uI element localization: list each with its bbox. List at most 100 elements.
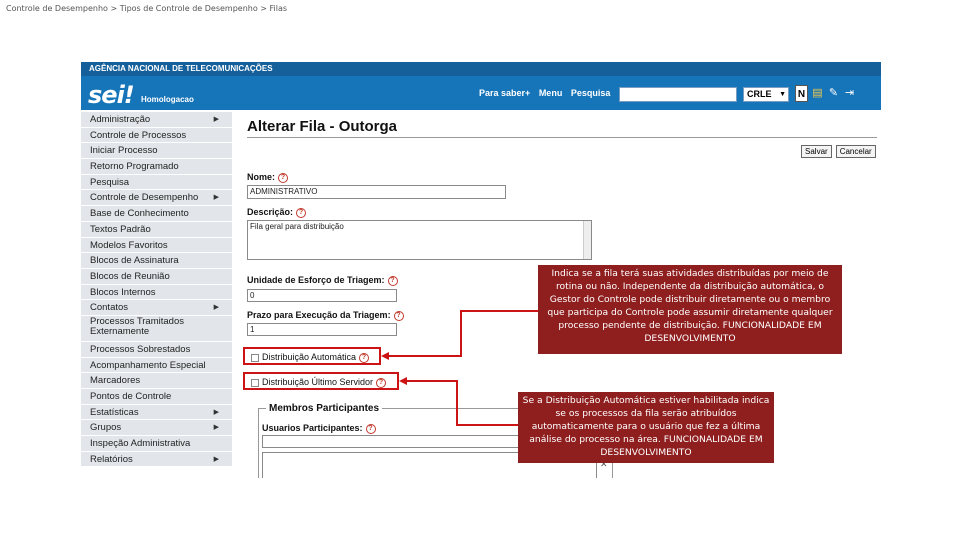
link-menu[interactable]: Menu [539,88,563,98]
link-pesquisa[interactable]: Pesquisa [571,88,611,98]
chevron-right-icon: ▶ [213,408,219,416]
participants-label-text: Usuarios Participantes: [262,423,363,433]
sidebar-item-label: Pesquisa [90,176,130,188]
chevron-right-icon: ▶ [213,194,219,202]
sidebar-item[interactable]: Controle de Desempenho ▶ [81,190,232,207]
help-icon[interactable]: ? [393,310,404,321]
sidebar-item-label: Iniciar Processo [90,145,158,157]
link-para-saber[interactable]: Para saber+ [479,88,530,98]
sidebar-item[interactable]: Textos Padrão [81,221,232,238]
name-input[interactable]: ADMINISTRATIVO [247,185,506,199]
deadline-label: Prazo para Execução da Triagem:? [247,310,404,321]
chevron-right-icon: ▶ [213,116,219,123]
sidebar-item-label: Retorno Programado [90,161,179,173]
sidebar-item[interactable]: Pesquisa [81,174,232,191]
unit-select[interactable]: CRLE ▼ [743,87,789,102]
description-value: Fila geral para distribuição [250,222,344,231]
news-icon[interactable]: N [795,85,808,102]
effort-label: Unidade de Esforço de Triagem:? [247,275,398,286]
sidebar-item-label: Pontos de Controle [90,391,172,402]
sidebar-item-label: Base de Conhecimento [90,208,189,220]
unit-select-value: CRLE [747,89,772,99]
top-navigation-bar: sei! Homologacao Para saber+ Menu Pesqui… [81,76,881,110]
last-server-highlight [243,372,399,390]
breadcrumb: Controle de Desempenho > Tipos de Contro… [6,4,288,13]
name-label: Nome:? [247,172,289,183]
sidebar-item-label: Blocos Internos [90,286,156,298]
sidebar-item[interactable]: Iniciar Processo [81,143,232,160]
effort-label-text: Unidade de Esforço de Triagem: [247,275,385,285]
sidebar-item-label: Textos Padrão [90,223,151,235]
sidebar-item[interactable]: Blocos de Assinatura [81,253,232,269]
sidebar-item[interactable]: Acompanhamento Especial [81,357,232,374]
sidebar-item[interactable]: Processos Tramitados Externamente [81,315,232,342]
description-label: Descrição:? [247,207,307,218]
description-label-text: Descrição: [247,207,294,217]
sidebar-item[interactable]: Base de Conhecimento [81,206,232,222]
search-input[interactable] [619,87,737,102]
clipboard-icon[interactable]: ▤ [811,85,824,102]
help-icon[interactable]: ? [296,207,307,218]
sidebar-item-label: Processos Tramitados Externamente [90,315,184,338]
toolbar-icons: N ▤ ✎ ⇥ [795,85,856,102]
name-label-text: Nome: [247,172,276,182]
form-buttons: Salvar Cancelar [801,145,876,158]
cancel-button[interactable]: Cancelar [835,145,876,158]
sidebar-item-label: Estatísticas [90,406,139,418]
auto-distribution-callout: Indica se a fila terá suas atividades di… [538,265,842,354]
sidebar-item-label: Inspeção Administrativa [90,438,191,450]
help-icon[interactable]: ? [278,172,289,183]
sidebar-item[interactable]: Inspeção Administrativa [81,436,232,452]
sidebar-item[interactable]: Blocos de Reunião [81,268,232,285]
description-textarea[interactable]: Fila geral para distribuição [247,220,592,260]
help-icon[interactable]: ? [387,275,398,286]
sidebar-item[interactable]: Controle de Processos [81,127,232,144]
sidebar-item[interactable]: Administração ▶ [81,112,232,128]
sidebar-item-label: Contatos [90,302,129,314]
sidebar-item-label: Relatórios [90,453,133,465]
sidebar-item-label: Marcadores [90,375,141,387]
sidebar-item[interactable]: Pontos de Controle [81,389,232,405]
sidebar-menu: Administração ▶ Controle de Processos Inici… [81,112,232,468]
tools-icon[interactable]: ✎ [827,85,840,102]
auto-distribution-highlight [243,347,381,365]
sidebar-item[interactable]: Relatórios ▶ [81,451,232,468]
chevron-right-icon: ▶ [213,455,219,463]
sidebar-item[interactable]: Retorno Programado [81,159,232,175]
chevron-right-icon: ▶ [213,424,219,432]
sidebar-item[interactable]: Contatos ▶ [81,300,232,316]
sidebar-item-label: Controle de Desempenho [90,192,199,204]
members-legend: Membros Participantes [266,403,383,414]
deadline-label-text: Prazo para Execução da Triagem: [247,310,391,320]
sei-logo[interactable]: sei! [88,81,135,109]
sidebar-item-label: Processos Sobrestados [90,343,191,355]
sidebar-item-label: Blocos de Reunião [90,270,170,282]
sidebar-item[interactable]: Estatísticas ▶ [81,404,232,421]
last-server-callout: Se a Distribuição Automática estiver hab… [518,392,774,463]
sidebar-item-label: Grupos [90,422,122,434]
environment-label: Homologacao [141,95,194,104]
sidebar-item-label: Administração [90,114,151,125]
exit-icon[interactable]: ⇥ [843,85,856,102]
chevron-right-icon: ▶ [213,304,219,312]
sidebar-item[interactable]: Marcadores [81,373,232,389]
chevron-down-icon: ▼ [779,91,786,98]
sidebar-item-label: Acompanhamento Especial [90,359,206,371]
top-links: Para saber+ Menu Pesquisa [479,88,616,98]
save-button[interactable]: Salvar [801,145,832,158]
textarea-scrollbar[interactable] [583,221,591,259]
sidebar-item-label: Blocos de Assinatura [90,255,179,267]
sidebar-item-label: Modelos Favoritos [90,239,168,251]
sidebar-item-label: Controle de Processos [90,129,187,141]
sidebar-item[interactable]: Processos Sobrestados [81,341,232,358]
sidebar-item[interactable]: Blocos Internos [81,284,232,301]
participants-label: Usuarios Participantes:? [262,423,376,434]
sidebar-item[interactable]: Modelos Favoritos [81,237,232,254]
effort-input[interactable]: 0 [247,289,397,302]
page-title: Alterar Fila - Outorga [247,118,398,135]
sidebar-item[interactable]: Grupos ▶ [81,420,232,437]
title-divider [247,137,877,138]
deadline-input[interactable]: 1 [247,323,397,336]
agency-banner: AGÊNCIA NACIONAL DE TELECOMUNICAÇÕES [81,62,881,76]
help-icon[interactable]: ? [365,423,376,434]
